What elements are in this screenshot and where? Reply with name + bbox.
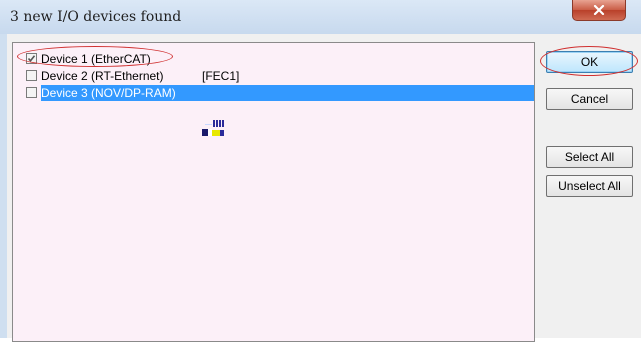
- device-2-label: Device 2 (RT-Ethernet): [41, 69, 164, 83]
- title-bar[interactable]: 3 new I/O devices found: [0, 0, 641, 34]
- device-list-item-2[interactable]: Device 2 (RT-Ethernet) [FEC1]: [13, 68, 534, 85]
- device-1-checkbox[interactable]: [26, 53, 37, 64]
- unselect-all-button[interactable]: Unselect All: [546, 175, 633, 197]
- window-title: 3 new I/O devices found: [10, 9, 182, 25]
- device-3-label: Device 3 (NOV/DP-RAM): [41, 86, 176, 100]
- dialog-client-area: Device 1 (EtherCAT) Device 2 (RT-Etherne…: [7, 34, 641, 342]
- device-1-label: Device 1 (EtherCAT): [41, 52, 151, 66]
- close-button[interactable]: [572, 0, 626, 21]
- device-list-item-1[interactable]: Device 1 (EtherCAT): [13, 51, 534, 68]
- device-3-checkbox[interactable]: [26, 87, 37, 98]
- close-icon: [593, 5, 605, 15]
- device-2-adapter: [FEC1]: [202, 69, 240, 83]
- select-all-button[interactable]: Select All: [546, 146, 633, 168]
- device-list[interactable]: Device 1 (EtherCAT) Device 2 (RT-Etherne…: [12, 42, 535, 342]
- device-2-checkbox[interactable]: [26, 70, 37, 81]
- cancel-button[interactable]: Cancel: [546, 88, 633, 110]
- render-artifact: [202, 120, 224, 136]
- device-list-item-3[interactable]: Device 3 (NOV/DP-RAM): [13, 85, 534, 102]
- checkmark-icon: [27, 55, 36, 63]
- new-io-devices-dialog: 3 new I/O devices found Device 1 (EtherC…: [0, 0, 641, 342]
- ok-button[interactable]: OK: [546, 51, 633, 73]
